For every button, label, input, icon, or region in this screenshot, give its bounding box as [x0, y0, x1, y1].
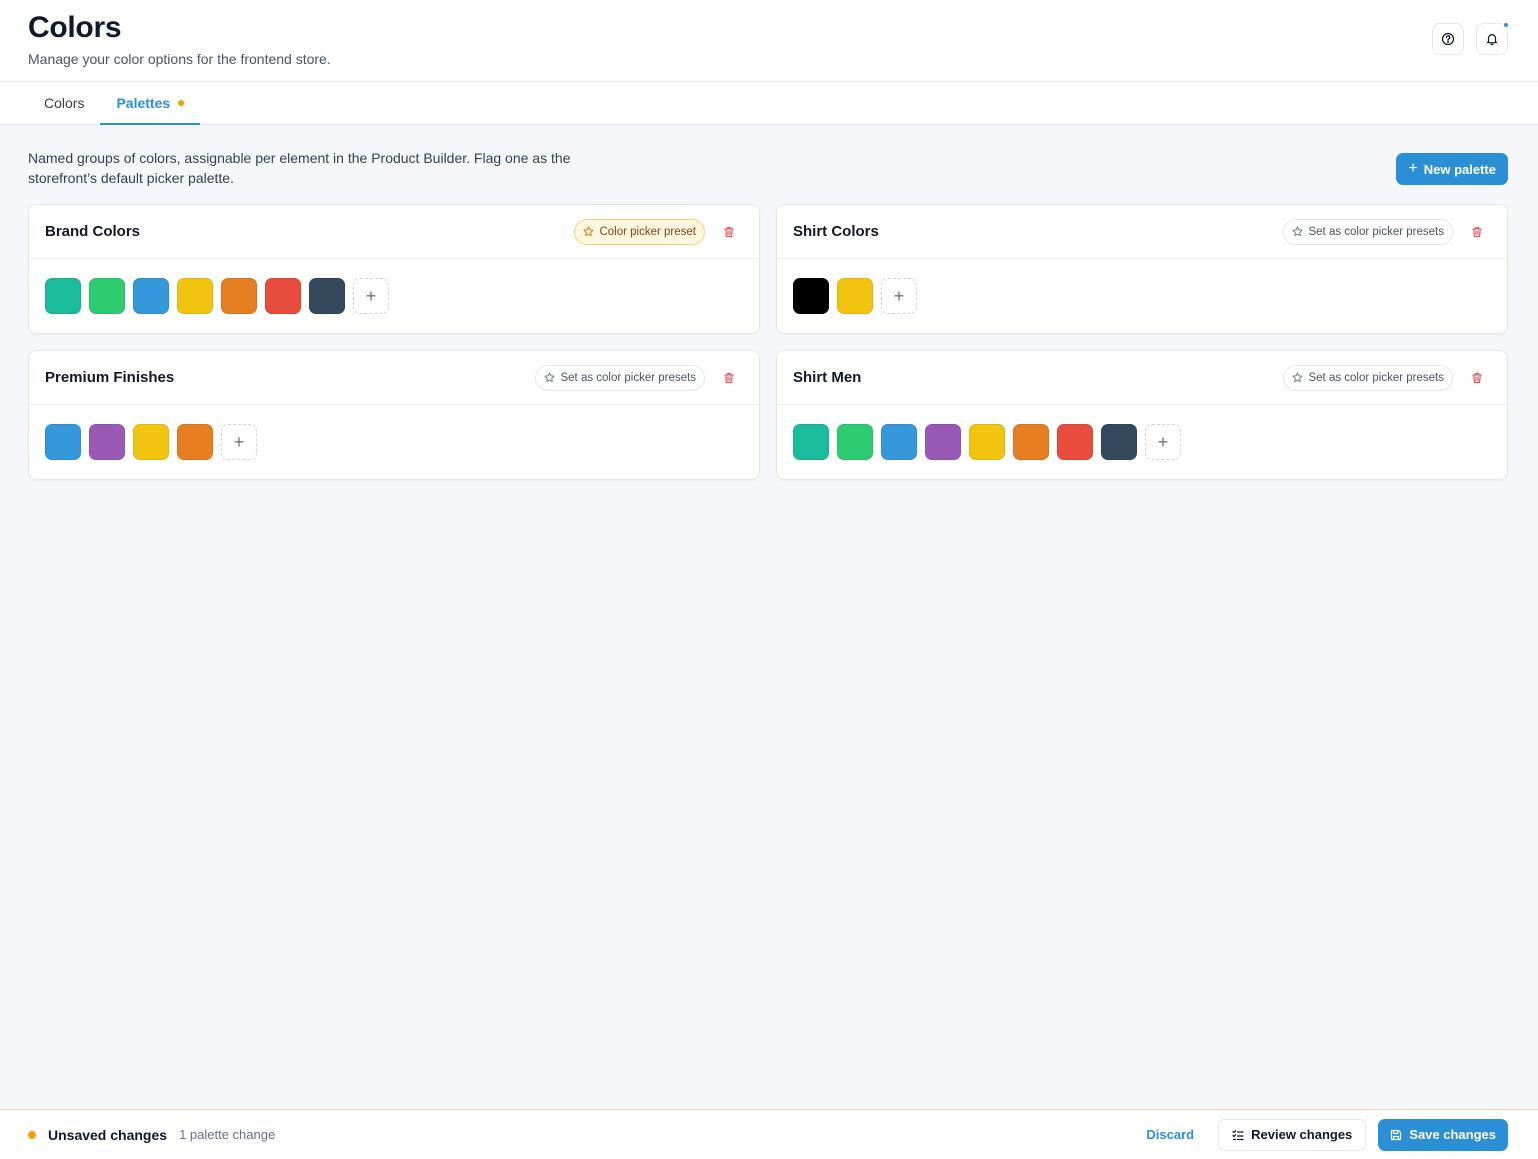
page-title: Colors	[28, 11, 122, 44]
unsaved-status: Unsaved changes	[48, 1126, 168, 1143]
delete-palette-button[interactable]	[715, 364, 743, 392]
star-icon	[545, 372, 555, 382]
tab-label: Palettes	[116, 94, 171, 111]
unsaved-changes-bar: Unsaved changes 1 palette change Discard…	[0, 1109, 1538, 1159]
color-swatch[interactable]	[177, 424, 213, 460]
color-swatch[interactable]	[133, 424, 169, 460]
color-swatch[interactable]	[265, 278, 301, 314]
delete-palette-button[interactable]	[1463, 218, 1491, 246]
color-swatch[interactable]	[793, 278, 829, 314]
star-icon	[1293, 372, 1303, 382]
palettes-description: Named groups of colors, assignable per e…	[28, 150, 571, 186]
status-dot	[28, 1130, 36, 1139]
color-swatch[interactable]	[1101, 424, 1137, 460]
add-color-button[interactable]: +	[353, 278, 389, 314]
palette-card-header: Brand Colors Color picker preset	[29, 205, 759, 259]
help-circle-icon	[1441, 32, 1455, 46]
new-palette-label: New palette	[1423, 161, 1496, 177]
trash-icon	[724, 226, 734, 237]
save-changes-label: Save changes	[1409, 1127, 1496, 1142]
palette-swatches: +	[29, 259, 759, 333]
palette-swatches: +	[29, 405, 759, 479]
plus-icon: +	[233, 431, 245, 452]
color-picker-preset-toggle[interactable]: Set as color picker presets	[535, 364, 705, 391]
save-changes-button[interactable]: Save changes	[1378, 1118, 1508, 1151]
trash-icon	[724, 372, 734, 383]
plus-icon: +	[1408, 160, 1418, 177]
color-picker-preset-toggle[interactable]: Set as color picker presets	[1283, 364, 1453, 391]
unsaved-indicator-dot	[178, 99, 185, 106]
tab-colors[interactable]: Colors	[28, 82, 100, 124]
notification-dot	[1503, 22, 1509, 28]
color-swatch[interactable]	[45, 424, 81, 460]
plus-icon: +	[365, 285, 377, 306]
palette-grid: Brand Colors Color picker preset + Shirt Co…	[28, 204, 1508, 480]
palette-card: Shirt Men Set as color picker presets +	[776, 350, 1508, 480]
tab-palettes[interactable]: Palettes	[100, 82, 201, 125]
preset-label: Set as color picker presets	[1308, 225, 1444, 238]
help-button[interactable]	[1432, 23, 1464, 55]
color-swatch[interactable]	[177, 278, 213, 314]
new-palette-button[interactable]: + New palette	[1396, 153, 1508, 185]
color-swatch[interactable]	[221, 278, 257, 314]
palette-card-header: Shirt Men Set as color picker presets	[777, 351, 1507, 405]
color-swatch[interactable]	[45, 278, 81, 314]
preset-label: Color picker preset	[599, 225, 696, 238]
preset-label: Set as color picker presets	[1308, 371, 1444, 384]
color-swatch[interactable]	[925, 424, 961, 460]
palette-card: Premium Finishes Set as color picker pres…	[28, 350, 760, 480]
palette-name: Shirt Men	[793, 369, 862, 386]
color-swatch[interactable]	[969, 424, 1005, 460]
color-swatch[interactable]	[133, 278, 169, 314]
page-header: Colors Manage your color options for the…	[0, 0, 1538, 82]
color-picker-preset-toggle[interactable]: Set as color picker presets	[1283, 218, 1453, 245]
page-subtitle: Manage your color options for the fronte…	[28, 51, 331, 67]
discard-button[interactable]: Discard	[1146, 1127, 1194, 1142]
trash-icon	[1472, 226, 1482, 237]
save-icon	[1391, 1129, 1402, 1140]
color-swatch[interactable]	[89, 278, 125, 314]
palette-card: Brand Colors Color picker preset +	[28, 204, 760, 334]
trash-icon	[1472, 372, 1482, 383]
palette-name: Premium Finishes	[45, 369, 175, 386]
palette-swatches: +	[777, 405, 1507, 479]
palette-card: Shirt Colors Set as color picker presets +	[776, 204, 1508, 334]
bell-icon	[1487, 34, 1497, 46]
color-swatch[interactable]	[1013, 424, 1049, 460]
list-check-icon	[1232, 1129, 1244, 1140]
star-icon	[1293, 226, 1303, 236]
add-color-button[interactable]: +	[1145, 424, 1181, 460]
star-icon	[584, 226, 594, 236]
color-swatch[interactable]	[89, 424, 125, 460]
color-swatch[interactable]	[309, 278, 345, 314]
review-changes-button[interactable]: Review changes	[1218, 1118, 1367, 1151]
tab-label: Colors	[44, 95, 85, 111]
change-count: 1 palette change	[179, 1127, 276, 1142]
header-actions	[1432, 22, 1509, 55]
tab-bar: Colors Palettes	[0, 82, 1538, 125]
color-swatch[interactable]	[837, 424, 873, 460]
palette-swatches: +	[777, 259, 1507, 333]
palette-name: Shirt Colors	[793, 223, 879, 240]
palette-card-header: Premium Finishes Set as color picker pres…	[29, 351, 759, 405]
add-color-button[interactable]: +	[881, 278, 917, 314]
palette-card-header: Shirt Colors Set as color picker presets	[777, 205, 1507, 259]
notifications-button[interactable]	[1476, 22, 1509, 55]
review-changes-label: Review changes	[1251, 1127, 1353, 1142]
add-color-button[interactable]: +	[221, 424, 257, 460]
color-swatch[interactable]	[837, 278, 873, 314]
color-swatch[interactable]	[793, 424, 829, 460]
plus-icon: +	[893, 285, 905, 306]
palette-name: Brand Colors	[45, 223, 141, 240]
color-swatch[interactable]	[881, 424, 917, 460]
color-picker-preset-toggle[interactable]: Color picker preset	[574, 218, 705, 245]
color-swatch[interactable]	[1057, 424, 1093, 460]
preset-label: Set as color picker presets	[560, 371, 696, 384]
delete-palette-button[interactable]	[1463, 364, 1491, 392]
delete-palette-button[interactable]	[715, 218, 743, 246]
plus-icon: +	[1157, 431, 1169, 452]
